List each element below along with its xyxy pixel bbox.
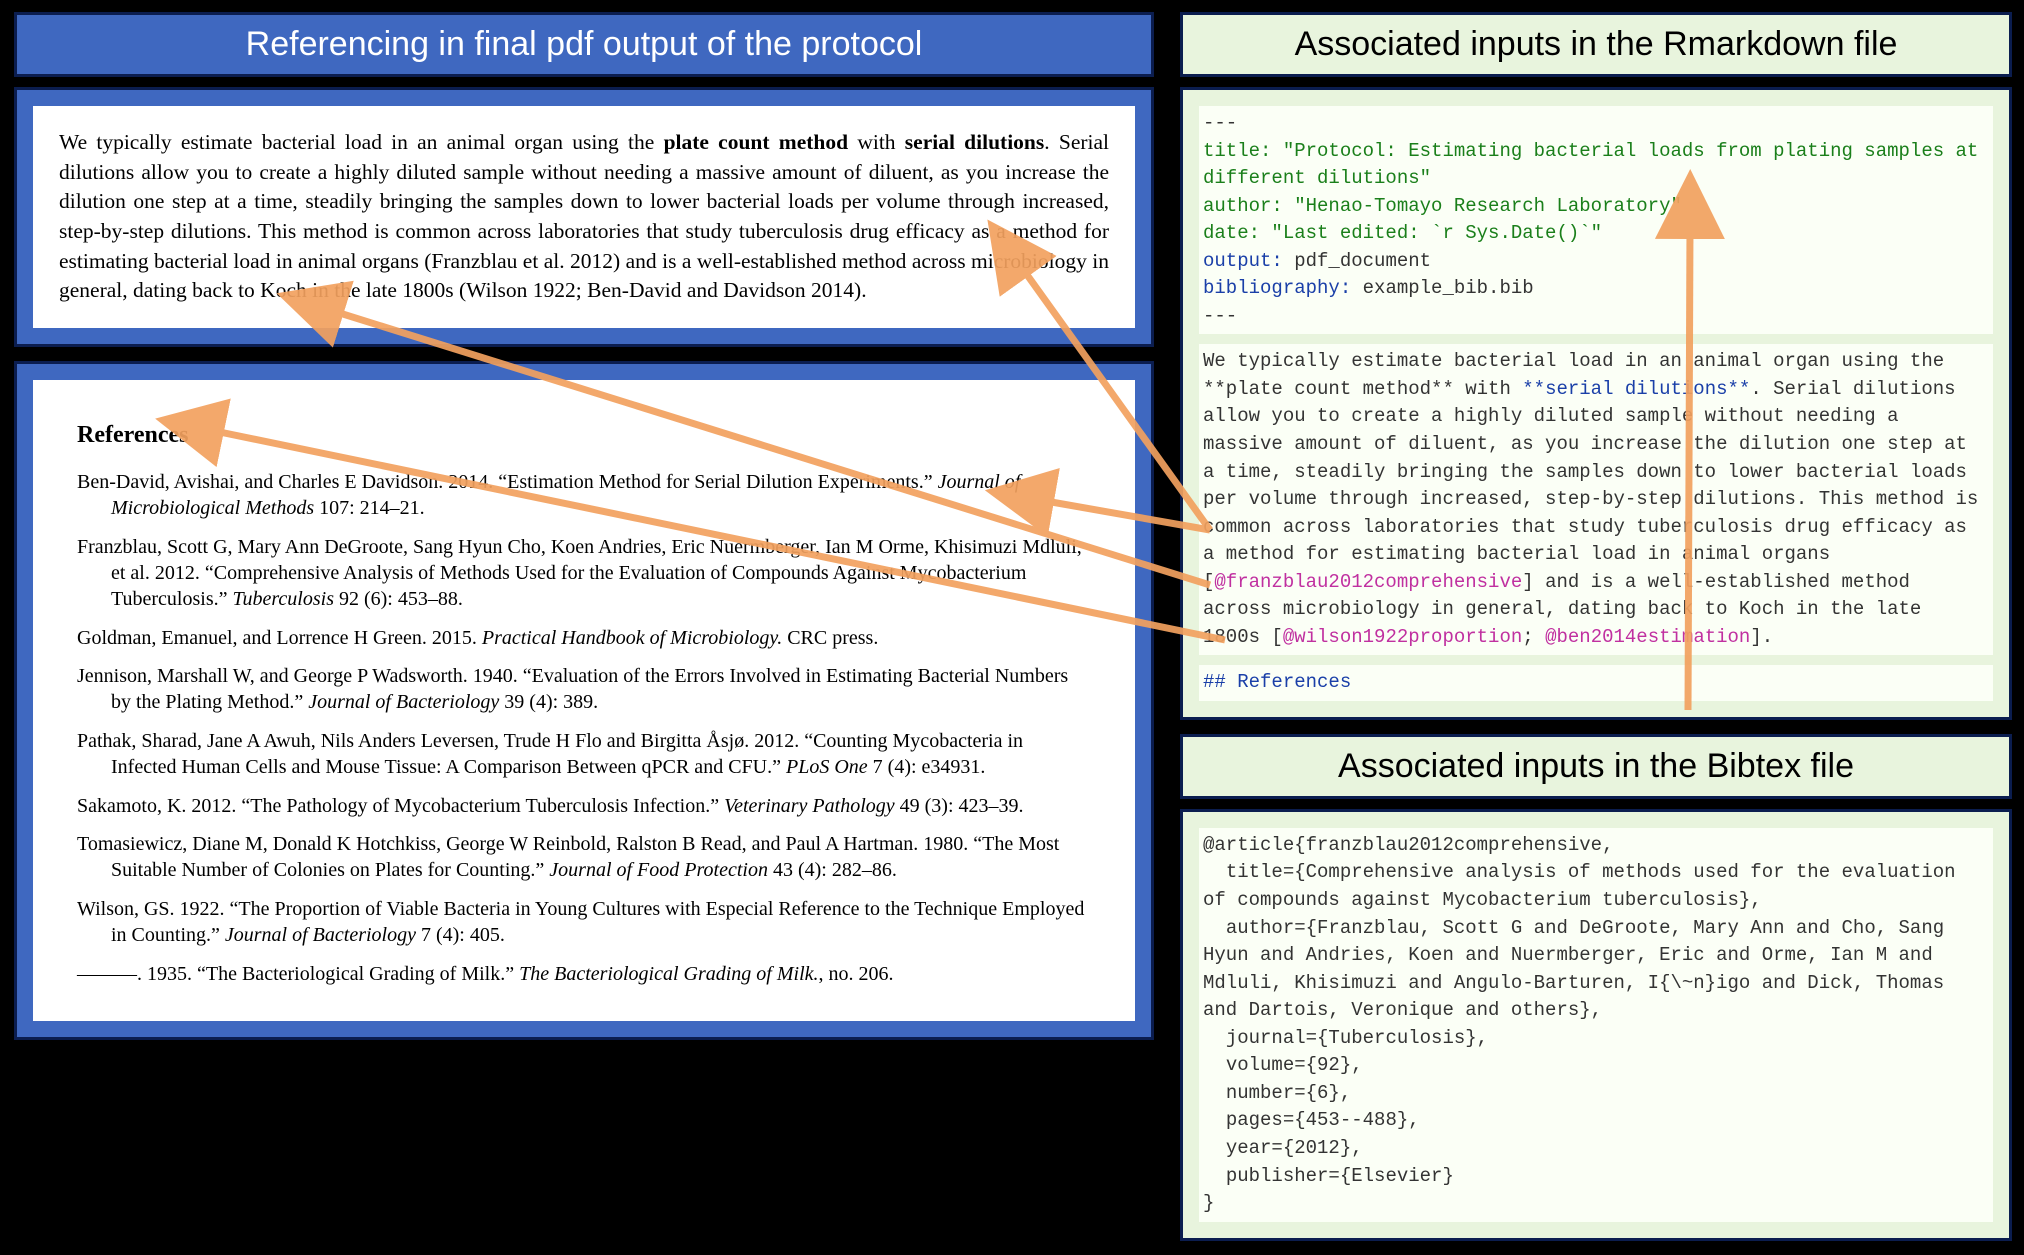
reference-entry: Sakamoto, K. 2012. “The Pathology of Myc… [77,793,1091,819]
rmd-title: Associated inputs in the Rmarkdown file [1183,15,2009,74]
yaml-dash: --- [1203,305,1237,327]
bold-1: plate count method [664,130,849,154]
rmd-yaml: --- title: "Protocol: Estimating bacteri… [1199,106,1993,334]
pdf-text-panel: We typically estimate bacterial load in … [14,87,1154,347]
citation-key: @ben2014estimation [1545,626,1750,648]
yaml-bib-val: example_bib.bib [1351,277,1533,299]
rmd-body: We typically estimate bacterial load in … [1199,344,1993,655]
yaml-title: title: "Protocol: Estimating bacterial l… [1203,140,1990,190]
yaml-bib-key: bibliography: [1203,277,1351,299]
bibtex-title-panel: Associated inputs in the Bibtex file [1180,734,2012,799]
reference-entry: Ben-David, Avishai, and Charles E Davids… [77,469,1091,522]
reference-entry: Wilson, GS. 1922. “The Proportion of Via… [77,896,1091,949]
yaml-output-key: output: [1203,250,1283,272]
left-title: Referencing in final pdf output of the p… [17,15,1151,74]
reference-entry: Jennison, Marshall W, and George P Wadsw… [77,663,1091,716]
rmd-refs-head: ## References [1199,665,1993,701]
citation-key: @wilson1922proportion [1283,626,1522,648]
yaml-author: author: "Henao-Tomayo Research Laborator… [1203,195,1682,217]
reference-entry: Franzblau, Scott G, Mary Ann DeGroote, S… [77,534,1091,613]
bibtex-code-panel: @article{franzblau2012comprehensive, tit… [1180,809,2012,1241]
references-block: References Ben-David, Avishai, and Charl… [33,380,1135,1021]
references-heading: References [77,422,1091,449]
yaml-date: date: "Last edited: `r Sys.Date()`" [1203,222,1602,244]
text-seg: with [848,130,905,154]
citation-key: @franzblau2012comprehensive [1214,571,1522,593]
rmd-code-panel: --- title: "Protocol: Estimating bacteri… [1180,87,2012,720]
md-seg: ]. [1750,626,1773,648]
reference-entry: Goldman, Emanuel, and Lorrence H Green. … [77,625,1091,651]
reference-entry: Tomasiewicz, Diane M, Donald K Hotchkiss… [77,831,1091,884]
yaml-dash: --- [1203,112,1237,134]
reference-entry: ———. 1935. “The Bacteriological Grading … [77,961,1091,987]
md-bold: **serial dilutions** [1522,378,1750,400]
bold-2: serial dilutions [905,130,1044,154]
yaml-output-val: pdf_document [1283,250,1431,272]
bibtex-entry: @article{franzblau2012comprehensive, tit… [1199,828,1993,1222]
pdf-refs-panel: References Ben-David, Avishai, and Charl… [14,361,1154,1040]
md-seg: . Serial dilutions allow you to create a… [1203,378,1990,593]
rmd-title-panel: Associated inputs in the Rmarkdown file [1180,12,2012,77]
bibtex-title: Associated inputs in the Bibtex file [1183,737,2009,796]
reference-entry: Pathak, Sharad, Jane A Awuh, Nils Anders… [77,728,1091,781]
left-title-panel: Referencing in final pdf output of the p… [14,12,1154,77]
md-heading: ## References [1203,671,1351,693]
md-seg: ; [1522,626,1545,648]
pdf-paragraph: We typically estimate bacterial load in … [33,106,1135,328]
text-seg: . Serial dilutions allow you to create a… [59,130,1109,302]
text-seg: We typically estimate bacterial load in … [59,130,664,154]
